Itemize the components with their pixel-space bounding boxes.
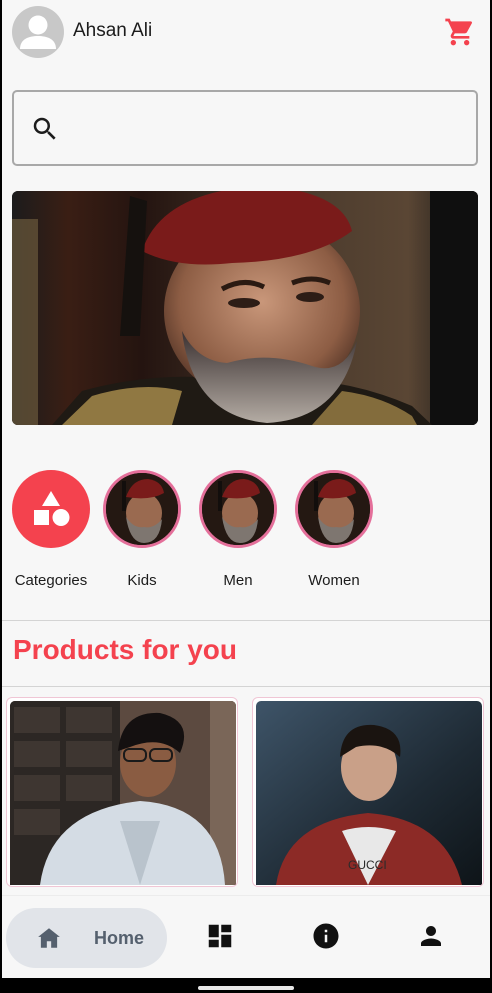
category-categories[interactable]: Categories: [12, 470, 90, 589]
bottom-nav: Home: [2, 895, 490, 978]
divider: [2, 686, 490, 687]
category-label: Women: [308, 572, 360, 589]
search-icon[interactable]: [30, 114, 60, 144]
nav-profile[interactable]: [416, 921, 446, 951]
info-icon: [313, 923, 339, 949]
nav-home[interactable]: Home: [6, 908, 167, 968]
category-kids[interactable]: Kids: [103, 470, 181, 589]
nav-home-label: Home: [94, 928, 145, 948]
shopping-cart-icon: [445, 18, 473, 46]
nav-info[interactable]: [311, 921, 341, 951]
cart-button[interactable]: [444, 16, 476, 48]
home-icon: [38, 928, 60, 948]
search-bar: [12, 90, 478, 166]
product-image: GUCCI: [256, 701, 482, 885]
product-image: [10, 701, 236, 885]
search-input[interactable]: [72, 110, 462, 146]
dashboard-icon: [208, 924, 232, 948]
category-men[interactable]: Men: [199, 470, 277, 589]
promo-banner[interactable]: [12, 191, 478, 425]
shapes-icon: [34, 491, 70, 526]
home-indicator[interactable]: [198, 986, 294, 990]
category-image: [295, 470, 373, 548]
person-icon: [20, 15, 56, 49]
app-header: Ahsan Ali: [2, 0, 490, 70]
app-screen: Ahsan Ali Categories Kids Men Women Prod…: [2, 0, 490, 978]
product-card[interactable]: GUCCI: [252, 697, 484, 887]
banner-image: [12, 191, 478, 425]
svg-text:GUCCI: GUCCI: [348, 858, 387, 872]
product-card[interactable]: [6, 697, 238, 887]
nav-dashboard[interactable]: [205, 921, 235, 951]
person-icon: [421, 926, 441, 946]
category-image: [103, 470, 181, 548]
category-image: [199, 470, 277, 548]
avatar[interactable]: [12, 6, 64, 58]
section-title: Products for you: [13, 634, 238, 665]
category-women[interactable]: Women: [295, 470, 373, 589]
divider: [2, 620, 490, 621]
category-circle: [12, 470, 90, 548]
username: Ahsan Ali: [73, 20, 153, 41]
